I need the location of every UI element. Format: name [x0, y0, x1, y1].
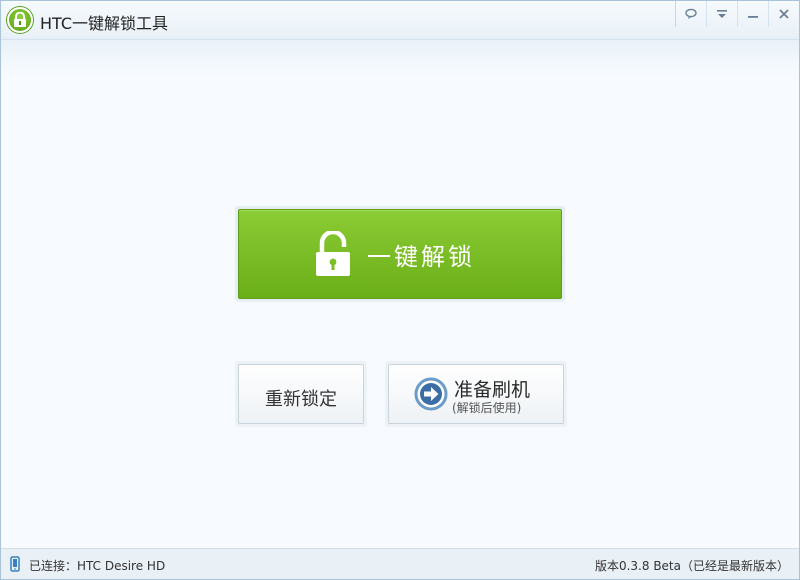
- menu-button[interactable]: [706, 1, 737, 27]
- close-button[interactable]: [768, 1, 799, 27]
- arrow-right-circle-icon: [414, 377, 448, 411]
- app-window: HTC一键解锁工具 一键解锁 重新锁定 准备刷机 (解锁后使用) 已连接：HTC…: [0, 0, 800, 580]
- phone-icon: [10, 556, 20, 572]
- title-bar[interactable]: HTC一键解锁工具: [1, 1, 799, 40]
- feedback-button[interactable]: [675, 1, 706, 27]
- version-info: 版本0.3.8 Beta（已经是最新版本）: [594, 559, 789, 573]
- menu-icon: [717, 10, 727, 18]
- close-icon: [779, 9, 789, 19]
- unlock-icon: [316, 231, 350, 276]
- app-lock-logo: [7, 7, 33, 33]
- minimize-button[interactable]: [737, 1, 768, 27]
- minimize-icon: [748, 16, 758, 18]
- connection-status: 已连接：HTC Desire HD: [29, 559, 166, 573]
- unlock-button[interactable]: 一键解锁: [238, 209, 562, 299]
- unlock-label: 一键解锁: [367, 242, 475, 271]
- status-bar: 已连接：HTC Desire HD 版本0.3.8 Beta（已经是最新版本）: [1, 548, 799, 579]
- relock-button[interactable]: 重新锁定: [238, 364, 364, 424]
- unlock-button-frame: 一键解锁: [235, 206, 565, 302]
- prepare-flash-button[interactable]: 准备刷机 (解锁后使用): [388, 364, 564, 424]
- prepare-flash-subtitle: (解锁后使用): [452, 401, 522, 415]
- relock-label: 重新锁定: [265, 389, 337, 410]
- title-bar-buttons: [675, 1, 799, 27]
- window-title: HTC一键解锁工具: [40, 14, 169, 33]
- header-gradient: [1, 40, 799, 76]
- prepare-flash-title: 准备刷机: [454, 379, 531, 401]
- prepare-flash-button-frame: 准备刷机 (解锁后使用): [385, 361, 567, 427]
- relock-button-frame: 重新锁定: [235, 361, 367, 427]
- feedback-icon: [685, 8, 697, 19]
